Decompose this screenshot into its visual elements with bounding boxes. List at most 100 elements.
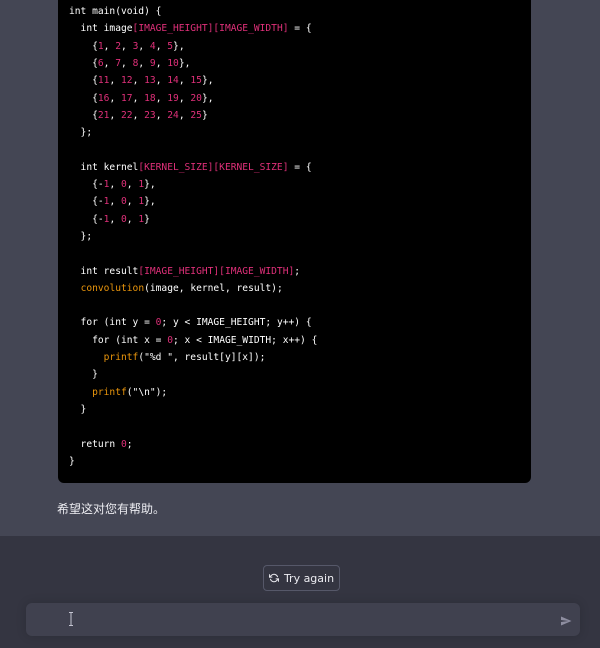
code-token: { [69,75,98,87]
code-line: {21, 22, 23, 24, 25} [69,107,208,124]
code-line: convolution(image, kernel, result); [69,280,283,297]
code-token: , [126,179,139,190]
code-token: int main(void) { [69,6,162,17]
code-token: , [132,92,145,104]
code-token: , [109,213,121,225]
code-token: 16 [97,92,110,104]
code-token: , [126,213,139,225]
send-icon [560,612,572,631]
code-token: 14 [167,75,179,87]
try-again-button[interactable]: Try again [263,565,340,591]
code-token: , [155,57,168,69]
code-token: , [126,196,139,208]
code-line: for (int x = 0; x < IMAGE_WIDTH; x++) { [69,332,317,349]
code-token: 22 [121,109,133,121]
code-line: {-1, 0, 1} [69,211,150,228]
code-token: 21 [97,109,110,121]
code-token: return [69,438,121,450]
code-token: 15 [190,75,202,87]
code-block: int main(void) { int image[IMAGE_HEIGHT]… [58,0,531,483]
code-token: }, [201,75,214,87]
code-token: ("\n"); [126,386,168,398]
try-again-label: Try again [283,571,335,585]
code-token: = { [288,23,312,35]
code-token: (image, kernel, result); [144,282,283,294]
code-token: , [121,40,133,52]
code-token: 12 [121,75,133,87]
code-token: [IMAGE_HEIGHT][IMAGE_WIDTH] [132,23,289,35]
code-token: , [138,40,150,52]
code-token: }; [69,127,93,139]
code-token: { [69,40,98,52]
code-token: [KERNEL_SIZE][KERNEL_SIZE] [138,161,289,173]
code-token: = { [288,161,312,173]
code-line: } [69,366,98,383]
code-token: , [121,57,133,69]
code-token: 19 [167,92,179,104]
code-line: for (int y = 0; y < IMAGE_HEIGHT; y++) { [69,314,312,331]
code-line: {1, 2, 3, 4, 5}, [69,38,185,55]
code-token: int result [69,265,139,277]
code-token: 13 [144,75,156,87]
code-token: } [144,213,150,225]
code-token: }, [144,196,156,208]
code-token: }; [69,230,93,242]
code-token: for (int x = [69,334,168,346]
code-token: 23 [144,109,156,121]
code-token: ; x < IMAGE_WIDTH; x++) { [172,334,318,346]
code-line: }; [69,228,93,245]
code-token: ("%d ", result[y][x]); [138,352,266,363]
code-token: , [132,109,145,121]
code-token: {- [69,196,104,208]
code-token: }, [201,92,214,104]
code-line: } [69,453,75,470]
code-token: 10 [167,57,179,69]
code-token: , [109,75,122,87]
message-text: 希望这对您有帮助。 [57,502,166,516]
code-line: {-1, 0, 1}, [69,193,156,210]
code-token: , [155,109,168,121]
code-token: } [69,455,75,467]
code-line: int main(void) { [69,3,161,20]
code-token: ; y < IMAGE_HEIGHT; y++) { [161,317,312,329]
send-button[interactable] [558,613,574,629]
code-token: , [178,75,191,87]
code-line: {-1, 0, 1}, [69,176,156,193]
code-line: int kernel[KERNEL_SIZE][KERNEL_SIZE] = { [69,159,312,176]
text-cursor-icon [69,612,73,626]
code-token: int kernel [69,161,139,173]
code-token: , [109,92,122,104]
code-token: , [103,57,116,69]
code-token: , [155,40,168,52]
code-token: 24 [167,109,179,121]
code-token: } [69,369,98,381]
code-token: 17 [121,92,133,104]
code-token: 25 [190,109,202,121]
code-token: int image [69,23,133,35]
code-token: ; [294,265,301,277]
code-token: { [69,92,98,104]
code-token: }, [178,57,191,69]
code-token: { [69,57,98,69]
code-token: }, [173,40,185,52]
code-token: , [155,92,168,104]
code-line: {11, 12, 13, 14, 15}, [69,72,214,89]
code-token: { [69,109,98,121]
code-token: , [132,75,145,87]
code-line: } [69,401,87,418]
code-line: printf("\n"); [69,384,167,401]
code-token: convolution [80,282,145,294]
code-token: printf [103,352,139,363]
code-token: , [155,75,168,87]
code-token: } [69,403,87,415]
code-token: 20 [190,92,202,104]
code-line: }; [69,124,93,141]
message-composer [26,603,580,636]
code-token: , [178,92,191,104]
code-token: {- [69,179,104,190]
message-input[interactable] [40,610,544,631]
code-token: , [103,40,116,52]
